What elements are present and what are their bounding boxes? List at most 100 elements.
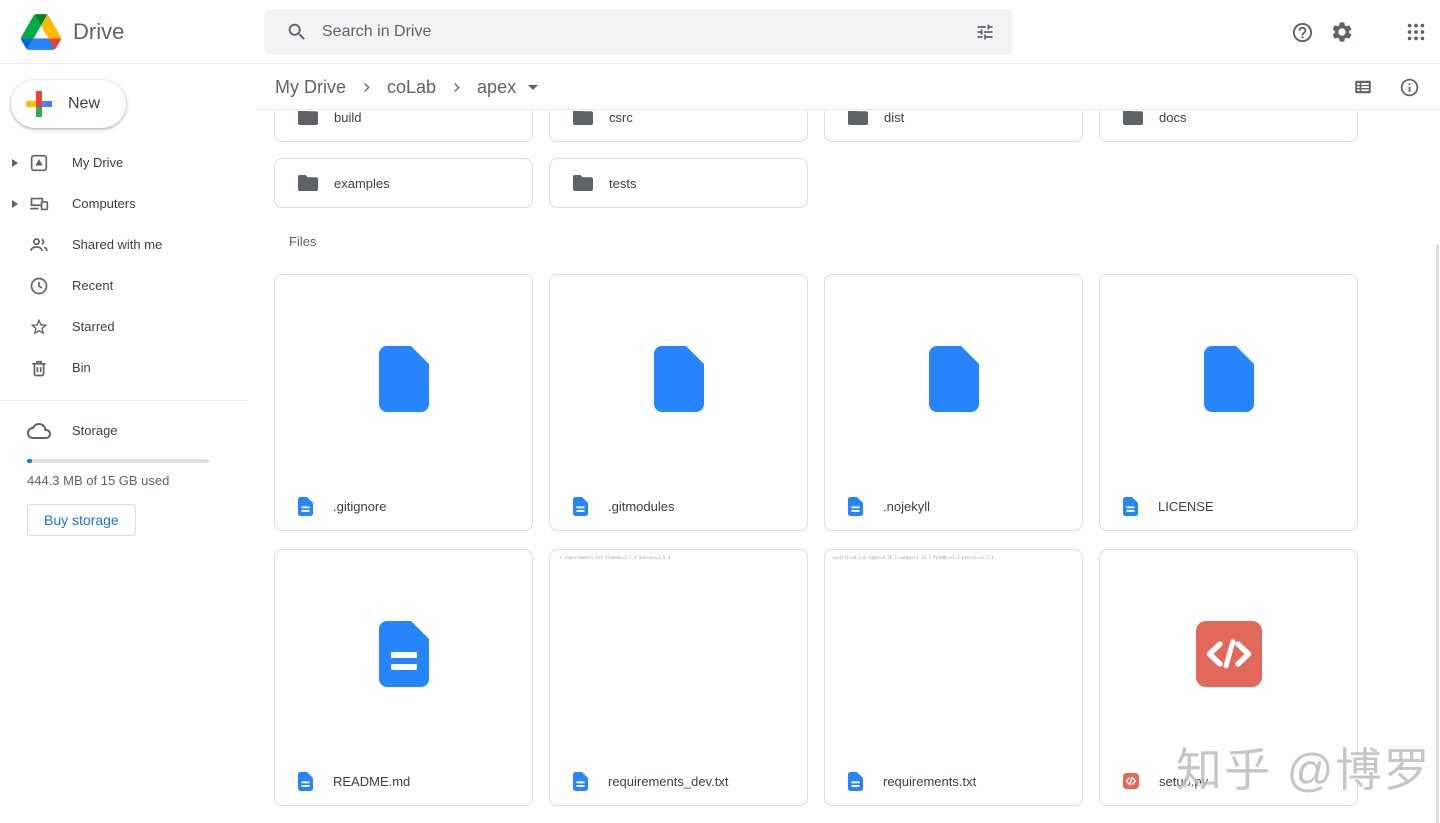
sidebar-item-label: My Drive [72,155,124,170]
sidebar-item-shared-with-me[interactable]: Shared with me [0,224,256,265]
drive-logo-icon [21,14,61,50]
folder-card[interactable]: docs [1099,111,1358,142]
folder-icon [573,111,593,125]
file-footer: setup.py [1100,757,1357,805]
breadcrumb-apex[interactable]: apex [477,77,516,98]
file-footer: .gitignore [275,482,532,530]
folder-name: examples [334,175,390,191]
settings-button[interactable] [1322,12,1362,52]
file-preview-text: -r requirements.txt flake8>=3.7.9 Sphinx… [557,555,671,560]
file-preview [1100,275,1357,482]
plus-icon [26,91,52,117]
folder-card[interactable]: csrc [549,111,808,142]
file-preview [825,275,1082,482]
folder-name: csrc [609,111,633,125]
document-text-icon [378,620,429,687]
file-type-icon [848,771,863,791]
drive-logo-area[interactable]: Drive [21,0,124,64]
file-name: requirements_dev.txt [608,773,729,789]
file-type-icon [848,496,863,516]
file-card[interactable]: -r requirements.txt flake8>=3.7.9 Sphinx… [549,549,808,806]
code-file-type-icon [1123,773,1139,789]
bin-icon [32,360,46,376]
file-type-icon [573,771,588,791]
sidebar-item-starred[interactable]: Starred [0,306,256,347]
document-icon [928,345,979,412]
folder-icon [298,175,318,191]
cloud-icon [27,422,51,439]
sidebar-item-my-drive[interactable]: My Drive [0,142,256,183]
recent-icon [30,277,48,294]
sidebar-item-bin[interactable]: Bin [0,347,256,388]
file-type-icon [573,496,588,516]
sidebar-divider [0,400,248,401]
file-preview: cxxfilt>=0.2.0 tqdm>=4.28.1 numpy>=1.15.… [825,550,1082,757]
sidebar-item-label: Shared with me [72,237,163,252]
sidebar-nav: My Drive Computers Shared with me Recent [0,142,256,388]
apps-grid-button[interactable] [1396,12,1436,52]
expand-arrow-icon[interactable] [12,199,18,208]
filter-options-icon[interactable] [975,22,995,42]
file-footer: .gitmodules [550,482,807,530]
file-footer: requirements_dev.txt [550,757,807,805]
folder-icon [298,111,318,125]
storage-progress-fill [27,459,33,463]
info-icon[interactable] [1399,77,1420,98]
chevron-right-icon [359,80,374,95]
sidebar-item-storage[interactable]: Storage [0,410,256,451]
sidebar-item-label: Bin [72,360,91,375]
folder-icon [848,111,868,125]
file-card[interactable]: cxxfilt>=0.2.0 tqdm>=4.28.1 numpy>=1.15.… [824,549,1083,806]
search-icon [288,23,305,40]
file-preview [275,275,532,482]
shared-with-me-icon [30,237,48,251]
file-card[interactable]: LICENSE [1099,274,1358,531]
file-footer: LICENSE [1100,482,1357,530]
new-button-label: New [68,95,101,112]
app-header: Drive [0,0,1440,64]
folder-card[interactable]: examples [274,158,533,208]
search-bar[interactable] [264,9,1013,55]
buy-storage-button[interactable]: Buy storage [27,504,136,536]
computers-icon [30,197,49,210]
folder-menu-caret-icon[interactable] [528,84,539,90]
folder-icon [573,175,593,191]
file-footer: README.md [275,757,532,805]
sidebar-item-label: Recent [72,278,114,293]
file-card[interactable]: .nojekyll [824,274,1083,531]
file-preview [550,275,807,482]
file-name: requirements.txt [883,773,977,789]
file-preview-text: cxxfilt>=0.2.0 tqdm>=4.28.1 numpy>=1.15.… [832,555,994,560]
file-card[interactable]: .gitmodules [549,274,808,531]
folder-icon [1123,111,1143,125]
main-panel: My Drive coLab apex build csrc dist docs ex… [256,65,1440,823]
document-icon [378,345,429,412]
sidebar: New My Drive Computers Shared with me Re… [0,65,256,823]
file-type-icon [1123,496,1138,516]
breadcrumb-colab[interactable]: coLab [387,77,436,98]
file-preview [1100,550,1357,757]
sidebar-item-recent[interactable]: Recent [0,265,256,306]
breadcrumb-my-drive[interactable]: My Drive [275,77,346,98]
folder-name: docs [1159,111,1187,125]
folder-name: build [334,111,362,125]
apps-grid-icon [1407,23,1425,41]
file-preview [275,550,532,757]
document-icon [653,345,704,412]
vertical-scrollbar[interactable] [1436,245,1439,823]
search-input[interactable] [322,23,975,41]
new-button[interactable]: New [11,80,127,128]
folder-card[interactable]: dist [824,111,1083,142]
folder-card[interactable]: build [274,111,533,142]
file-name: .nojekyll [883,498,930,514]
file-card[interactable]: .gitignore [274,274,533,531]
file-card[interactable]: setup.py [1099,549,1358,806]
expand-arrow-icon[interactable] [12,158,18,167]
file-card[interactable]: README.md [274,549,533,806]
list-view-icon[interactable] [1353,77,1373,97]
folder-card[interactable]: tests [549,158,808,208]
view-toolbar [1353,77,1440,98]
sidebar-item-computers[interactable]: Computers [0,183,256,224]
settings-icon [1332,22,1352,42]
help-button[interactable] [1282,12,1322,52]
